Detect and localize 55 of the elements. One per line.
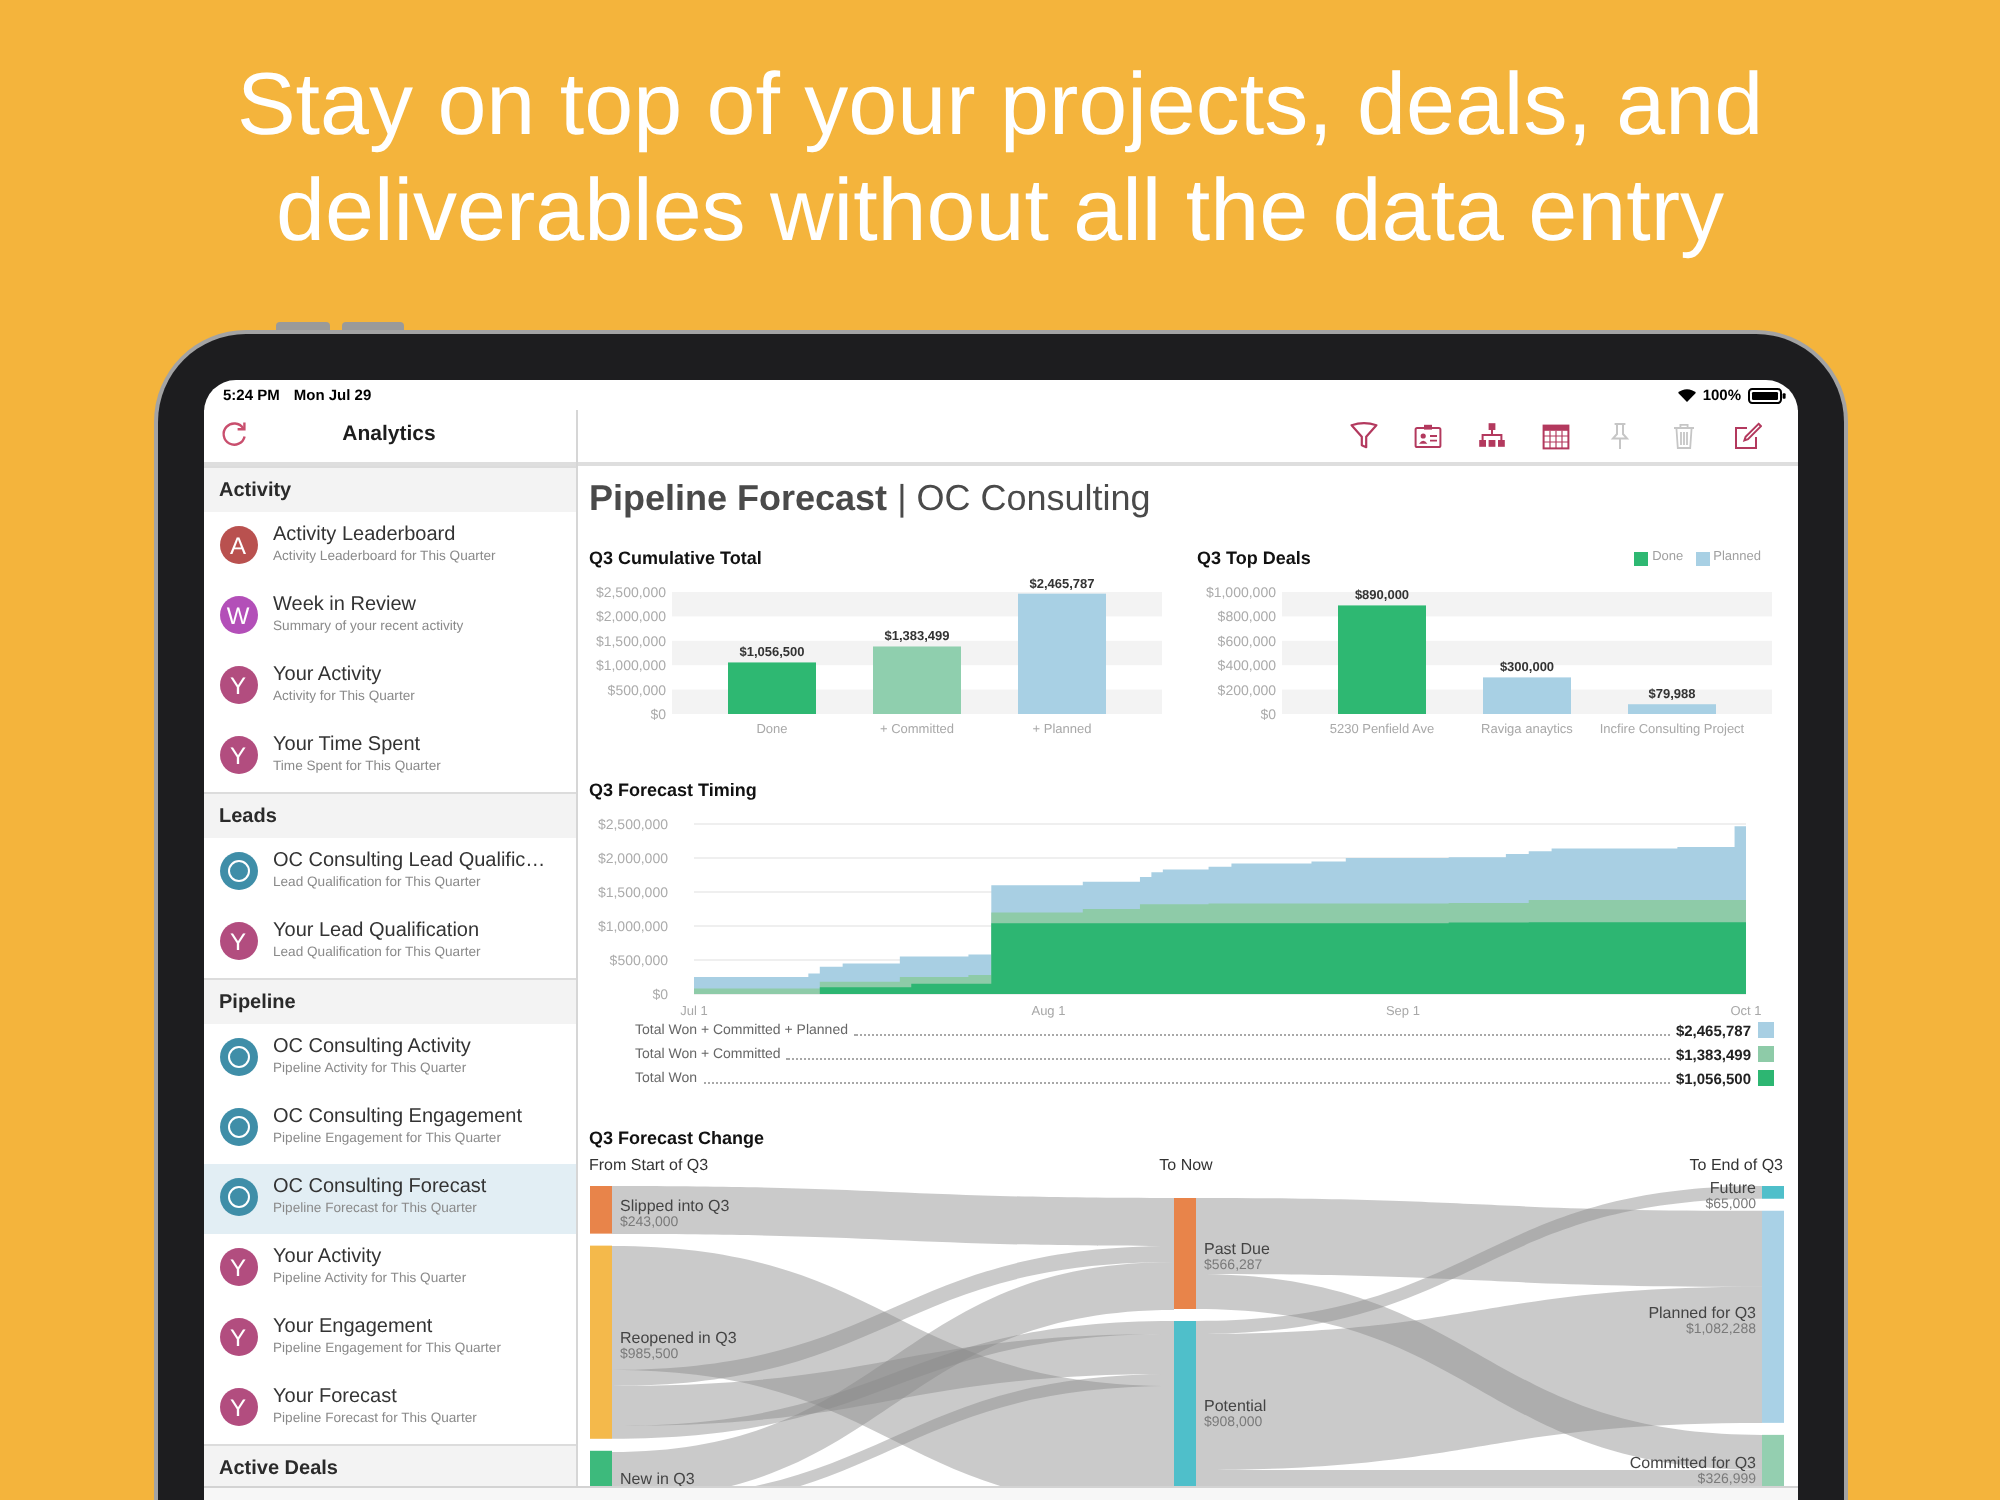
avatar: W xyxy=(219,596,257,634)
bar xyxy=(1337,605,1425,714)
node-label: Potential xyxy=(1203,1397,1266,1415)
chart-title: Q3 Top Deals xyxy=(1197,548,1311,570)
calendar-icon[interactable] xyxy=(1541,422,1569,450)
item-title: Activity Leaderboard xyxy=(273,524,458,548)
column-heading: To End of Q3 xyxy=(1689,1156,1783,1176)
section-heading: Activity xyxy=(219,477,292,505)
hierarchy-icon[interactable] xyxy=(1477,422,1505,450)
refresh-icon[interactable] xyxy=(219,420,247,448)
chart-title: Q3 Cumulative Total xyxy=(589,548,762,570)
item-title: OC Consulting Forecast xyxy=(273,1176,487,1200)
wifi-icon xyxy=(1678,388,1697,402)
battery-icon xyxy=(1747,387,1785,403)
item-title: Week in Review xyxy=(273,594,419,618)
node-label: Reopened in Q3 xyxy=(619,1329,736,1348)
chart-title: Q3 Forecast Timing xyxy=(589,780,757,802)
chart-title: Q3 Forecast Change xyxy=(589,1128,765,1150)
item-title: OC Consulting Engagement xyxy=(273,1106,523,1130)
report-title: Pipeline Forecast | OC Consulting xyxy=(589,476,1151,522)
avatar: Y xyxy=(219,1388,257,1426)
avatar: Y xyxy=(219,736,257,774)
bar xyxy=(872,646,960,714)
funnel-icon[interactable] xyxy=(1349,422,1377,450)
bar xyxy=(1627,704,1715,714)
bar xyxy=(727,662,815,714)
sidebar-title: Analytics xyxy=(342,420,436,451)
node-label: Planned for Q3 xyxy=(1647,1303,1755,1322)
avatar: Y xyxy=(219,922,257,960)
avatar: Y xyxy=(219,1248,257,1286)
item-title: Your Lead Qualification xyxy=(273,920,481,944)
avatar: Y xyxy=(219,666,257,704)
avatar: Y xyxy=(219,1318,257,1356)
bar xyxy=(1482,677,1570,714)
item-title: Your Engagement xyxy=(273,1316,435,1340)
item-title: Your Forecast xyxy=(273,1386,399,1410)
node-label: Committed for Q3 xyxy=(1628,1453,1755,1472)
pencil-square-icon[interactable] xyxy=(1733,422,1761,450)
node-label: Future xyxy=(1708,1179,1755,1198)
item-title: OC Consulting Lead Qualific… xyxy=(273,850,546,874)
section-heading: Pipeline xyxy=(219,989,296,1017)
column-heading: To Now xyxy=(1159,1156,1213,1176)
item-title: Your Time Spent xyxy=(273,734,423,758)
avatar: A xyxy=(219,526,257,564)
section-heading: Active Deals xyxy=(219,1455,338,1483)
bar xyxy=(1017,593,1105,714)
item-title: Your Activity xyxy=(273,664,384,688)
section-heading: Leads xyxy=(219,803,277,831)
item-title: OC Consulting Activity xyxy=(273,1036,471,1060)
node-label: Slipped into Q3 xyxy=(619,1196,729,1215)
column-heading: From Start of Q3 xyxy=(589,1156,709,1176)
item-title: Your Activity xyxy=(273,1246,384,1270)
node-label: Past Due xyxy=(1203,1240,1269,1259)
id-card-icon[interactable] xyxy=(1413,422,1441,450)
headline: Stay on top of your projects, deals, and deliverables without all the data entry xyxy=(234,54,1766,264)
